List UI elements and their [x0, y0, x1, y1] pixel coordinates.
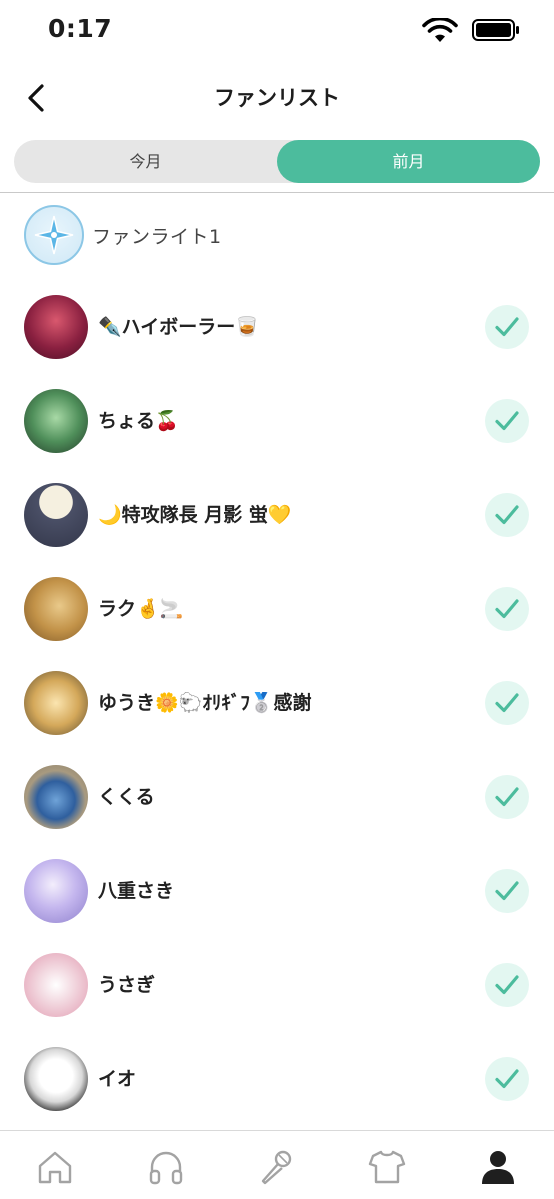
check-button[interactable] [485, 399, 529, 443]
rank-label: ファンライト1 [92, 225, 222, 248]
microphone-icon [261, 1150, 292, 1185]
avatar [24, 671, 88, 735]
fan-name: ✒️ハイボーラー🥃 [98, 316, 259, 338]
avatar [24, 389, 88, 453]
month-segment-control: 今月 前月 [14, 140, 540, 183]
check-icon [495, 881, 519, 901]
divider [0, 192, 554, 193]
list-item[interactable]: ゆうき🌼🐑ｵﾘｷﾞﾌ🥈感謝 [0, 656, 554, 750]
check-button[interactable] [485, 493, 529, 537]
check-button[interactable] [485, 587, 529, 631]
avatar [24, 295, 88, 359]
tab-sing[interactable] [254, 1145, 298, 1189]
tab-listen[interactable] [144, 1145, 188, 1189]
status-bar: 0:17 [0, 0, 554, 60]
check-icon [495, 1069, 519, 1089]
fan-name: 🌙特攻隊長 月影 蛍💛 [98, 504, 292, 526]
fan-name: くくる [98, 786, 155, 808]
list-item[interactable]: 🌙特攻隊長 月影 蛍💛 [0, 468, 554, 562]
wifi-icon [422, 18, 458, 42]
sparkle-icon [24, 205, 84, 265]
tshirt-icon [368, 1150, 406, 1184]
headphones-icon [149, 1151, 183, 1185]
list-item[interactable]: ✒️ハイボーラー🥃 [0, 280, 554, 374]
tab-home[interactable] [33, 1145, 77, 1189]
check-button[interactable] [485, 963, 529, 1007]
avatar [24, 765, 88, 829]
check-icon [495, 505, 519, 525]
avatar [24, 859, 88, 923]
tab-bar [0, 1130, 554, 1199]
fan-name: イオ [98, 1068, 137, 1090]
check-icon [495, 411, 519, 431]
check-icon [495, 975, 519, 995]
nav-bar: ファンリスト [0, 70, 554, 126]
check-button[interactable] [485, 305, 529, 349]
profile-icon [482, 1151, 514, 1184]
check-icon [495, 787, 519, 807]
avatar [24, 483, 88, 547]
status-time: 0:17 [48, 14, 113, 43]
fan-name: ゆうき🌼🐑ｵﾘｷﾞﾌ🥈感謝 [98, 692, 312, 714]
check-button[interactable] [485, 681, 529, 725]
list-item[interactable]: ラク🤞🚬 [0, 562, 554, 656]
fan-name: うさぎ [98, 974, 156, 996]
tab-profile[interactable] [476, 1145, 520, 1189]
tab-this-month[interactable]: 今月 [14, 140, 277, 183]
fan-name: 八重さき [98, 880, 175, 902]
fan-name: ラク🤞🚬 [98, 598, 184, 620]
check-button[interactable] [485, 869, 529, 913]
list-item[interactable]: くくる [0, 750, 554, 844]
check-button[interactable] [485, 1057, 529, 1101]
check-button[interactable] [485, 775, 529, 819]
list-item[interactable]: うさぎ [0, 938, 554, 1032]
avatar [24, 953, 88, 1017]
tab-closet[interactable] [365, 1145, 409, 1189]
check-icon [495, 317, 519, 337]
tab-last-month[interactable]: 前月 [277, 140, 540, 183]
home-icon [38, 1151, 72, 1184]
fan-name: ちょる🍒 [98, 410, 179, 432]
page-title: ファンリスト [214, 86, 340, 110]
list-item[interactable]: イオ [0, 1032, 554, 1126]
check-icon [495, 693, 519, 713]
rank-header: ファンライト1 [24, 205, 222, 265]
list-item[interactable]: 八重さき [0, 844, 554, 938]
list-item[interactable]: ちょる🍒 [0, 374, 554, 468]
check-icon [495, 599, 519, 619]
avatar [24, 1047, 88, 1111]
battery-icon [472, 19, 519, 41]
avatar [24, 577, 88, 641]
